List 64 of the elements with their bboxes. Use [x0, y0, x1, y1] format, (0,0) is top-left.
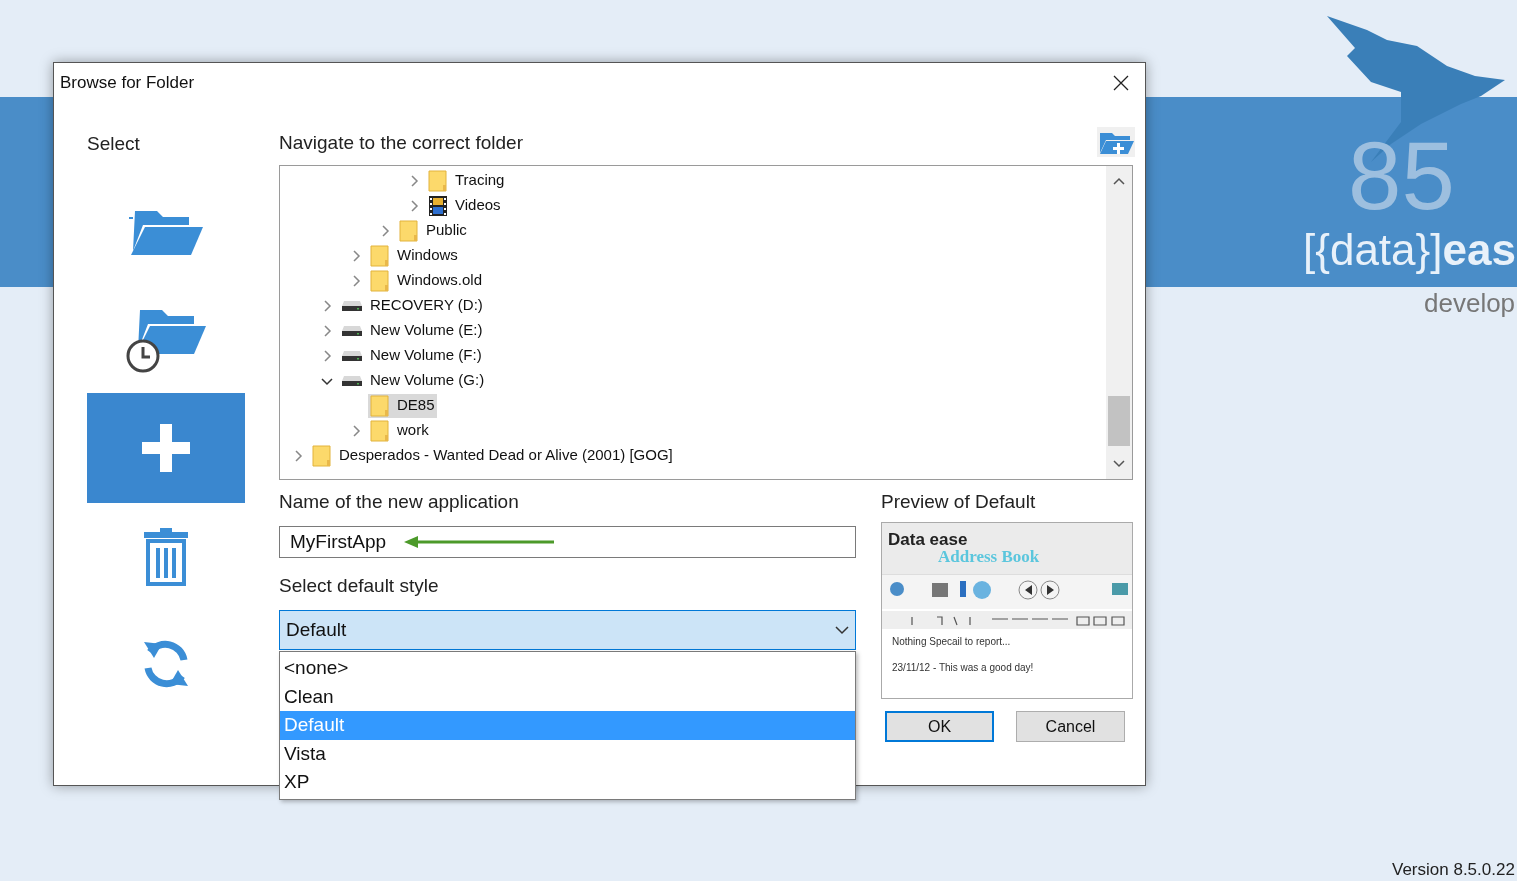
style-dropdown[interactable]: Default — [279, 610, 856, 650]
name-label: Name of the new application — [279, 490, 520, 514]
ok-button[interactable]: OK — [885, 711, 994, 742]
film-icon — [428, 194, 448, 217]
folder-icon — [399, 219, 419, 242]
preview-subtitle: Address Book — [938, 548, 1041, 565]
chevron-right-icon[interactable] — [350, 274, 362, 287]
tree-item[interactable]: RECOVERY (D:) — [339, 293, 485, 318]
chevron-down-icon — [835, 625, 849, 635]
tree-item[interactable]: DE85 — [368, 393, 437, 418]
drive-icon — [341, 299, 363, 312]
drive-icon — [341, 374, 363, 387]
brand-logo-text: [{data}]eas — [1303, 228, 1516, 272]
dropdown-option[interactable]: XP — [280, 768, 855, 797]
dropdown-option[interactable]: Clean — [280, 682, 855, 711]
chevron-right-icon[interactable] — [408, 199, 420, 212]
tree-item[interactable]: Tracing — [426, 168, 507, 193]
navigate-label: Navigate to the correct folder — [279, 130, 523, 155]
tree-item[interactable]: New Volume (G:) — [339, 368, 487, 393]
drive-icon — [341, 324, 363, 337]
chevron-right-icon[interactable] — [379, 224, 391, 237]
new-folder-button[interactable] — [1097, 127, 1135, 157]
folder-icon — [370, 244, 390, 267]
chevron-right-icon[interactable] — [321, 299, 333, 312]
tree-item[interactable]: Public — [397, 218, 469, 243]
chevron-right-icon[interactable] — [321, 349, 333, 362]
folder-icon — [370, 269, 390, 292]
trash-icon — [142, 525, 190, 586]
window-title: Browse for Folder — [60, 72, 195, 95]
preview-label: Preview of Default — [881, 490, 1037, 514]
tree-item[interactable]: New Volume (F:) — [339, 343, 484, 368]
preview-text-line: Nothing Specail to report... — [892, 637, 1012, 647]
name-input[interactable]: MyFirstApp — [279, 526, 856, 558]
tree-item[interactable]: Desperados - Wanted Dead or Alive (2001) [GOG] — [310, 443, 675, 468]
close-icon — [1113, 75, 1129, 91]
folder-icon — [370, 419, 390, 442]
tagline: develop — [1424, 290, 1516, 316]
chevron-right-icon[interactable] — [408, 174, 420, 187]
folder-icon — [370, 394, 390, 417]
preview-logo-text: Data ease — [888, 531, 969, 548]
preview-text-line: 23/11/12 - This was a good day! — [892, 663, 1035, 673]
style-label: Select default style — [279, 574, 440, 598]
tree-item[interactable]: work — [368, 418, 431, 443]
chevron-right-icon[interactable] — [321, 324, 333, 337]
arrow-icon — [404, 536, 555, 548]
scrollbar[interactable] — [1106, 166, 1132, 479]
version-label: Version 8.5.0.22 — [1392, 859, 1515, 881]
select-label: Select — [87, 132, 141, 156]
tree-item[interactable]: Windows.old — [368, 268, 485, 293]
tree-item[interactable]: Videos — [426, 193, 503, 218]
chevron-right-icon[interactable] — [292, 449, 304, 462]
chevron-right-icon[interactable] — [350, 249, 362, 262]
sidebar-button[interactable] — [87, 392, 245, 503]
dropdown-option[interactable]: <none> — [280, 654, 855, 683]
plus-icon — [140, 421, 192, 474]
version-number: 85 — [1348, 128, 1455, 224]
chevron-right-icon[interactable] — [350, 424, 362, 437]
folder-icon — [312, 444, 332, 467]
folder-icon — [428, 169, 448, 192]
drive-icon — [341, 349, 363, 362]
tree-item[interactable]: New Volume (E:) — [339, 318, 485, 343]
tree-item[interactable]: Windows — [368, 243, 460, 268]
dropdown-option[interactable]: Vista — [280, 739, 855, 768]
cancel-button[interactable]: Cancel — [1016, 711, 1125, 742]
